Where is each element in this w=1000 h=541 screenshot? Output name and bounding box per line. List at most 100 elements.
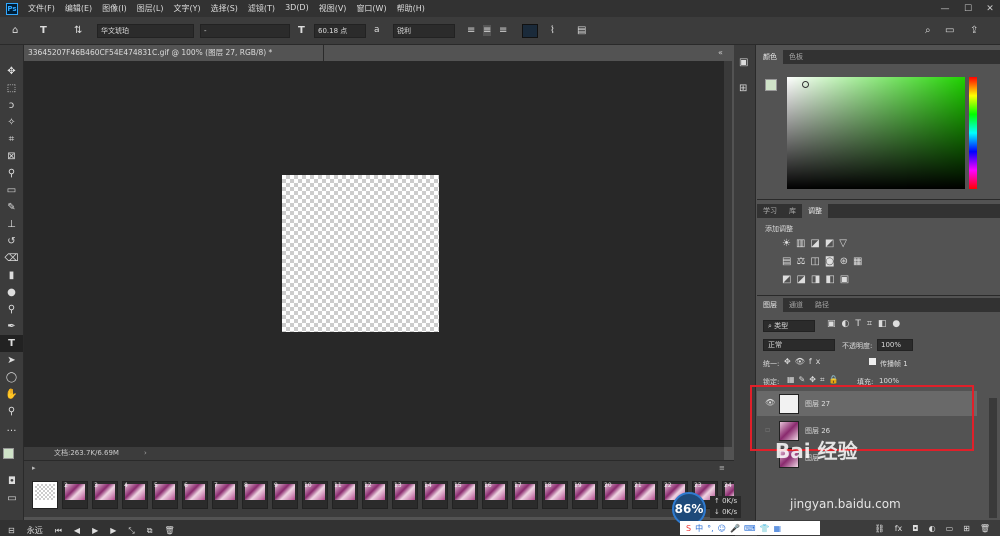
timeline-convert-icon[interactable]: ⊟ [8, 526, 15, 535]
propagate-checkbox[interactable] [869, 358, 876, 365]
text-color-swatch[interactable] [522, 24, 538, 38]
menu-item[interactable]: 文件(F) [28, 3, 55, 14]
tween-icon[interactable]: ⤡ [128, 526, 134, 536]
menu-item[interactable]: 图层(L) [137, 3, 164, 14]
microphone-icon[interactable]: 🎤 [730, 524, 740, 533]
timeline-frame[interactable]: 3 [92, 481, 118, 509]
path-selection-icon[interactable]: ➤ [0, 352, 23, 369]
tab-swatches[interactable]: 色板 [783, 50, 809, 64]
canvas-vertical-scrollbar[interactable] [724, 61, 732, 447]
layer-effects-icon[interactable]: fx [895, 524, 903, 533]
timeline-frame[interactable]: 12 [362, 481, 388, 509]
antialias-select[interactable]: 锐利 [393, 24, 455, 38]
tab-learn[interactable]: 学习 [757, 204, 783, 218]
timeline-frame[interactable]: 14 [422, 481, 448, 509]
tab-channels[interactable]: 通道 [783, 298, 809, 312]
blur-tool-icon[interactable]: ● [0, 284, 23, 301]
properties-panel-icon[interactable]: ⊞ [739, 83, 747, 94]
align-left-icon[interactable]: ≡ [467, 25, 475, 36]
lasso-tool-icon[interactable]: ↄ [0, 97, 23, 114]
pen-tool-icon[interactable]: ✒ [0, 318, 23, 335]
timeline-frame[interactable]: 11 [332, 481, 358, 509]
menu-item[interactable]: 图像(I) [102, 3, 127, 14]
quick-mask-icon[interactable]: ◘ [0, 473, 24, 490]
screen-mode-icon[interactable]: ▭ [0, 490, 24, 507]
tab-libraries[interactable]: 库 [783, 204, 802, 218]
blend-mode-select[interactable]: 正常 [763, 339, 835, 351]
timeline-frame[interactable]: 18 [542, 481, 568, 509]
canvas-area[interactable] [24, 61, 724, 447]
adjustment-icons-row-2[interactable]: ▤⚖◫◙⊛▦ [782, 256, 867, 267]
color-picker-cursor[interactable] [802, 81, 809, 88]
eraser-icon[interactable]: ⌫ [0, 250, 23, 267]
warp-text-icon[interactable]: ⌇ [550, 25, 555, 36]
color-picker-field[interactable] [787, 77, 965, 189]
timeline-frame[interactable]: 4 [122, 481, 148, 509]
align-right-icon[interactable]: ≡ [499, 25, 507, 36]
first-frame-icon[interactable]: ⏮ [55, 526, 62, 536]
type-tool-active-icon[interactable]: T [0, 335, 23, 352]
delete-frame-icon[interactable]: 🗑 [165, 526, 175, 535]
next-frame-icon[interactable]: ▶ [110, 526, 116, 535]
shape-tool-icon[interactable]: ◯ [0, 369, 23, 386]
zoom-tool-icon[interactable]: ⚲ [0, 403, 23, 420]
type-tool-icon[interactable]: T [40, 25, 47, 36]
frame-tool-icon[interactable]: ⊠ [0, 148, 23, 165]
hue-slider[interactable] [969, 77, 977, 189]
skin-icon[interactable]: 👕 [759, 524, 769, 533]
gradient-tool-icon[interactable]: ▮ [0, 267, 23, 284]
search-icon[interactable]: ⌕ [925, 25, 931, 36]
foreground-color-swatch[interactable] [3, 448, 14, 459]
history-brush-icon[interactable]: ↺ [0, 233, 23, 250]
menu-item[interactable]: 选择(S) [211, 3, 238, 14]
layers-scrollbar[interactable] [989, 398, 997, 518]
hand-tool-icon[interactable]: ✋ [0, 386, 23, 403]
keyboard-icon[interactable]: ⌨ [744, 524, 756, 533]
new-layer-icon[interactable]: ⊞ [963, 524, 970, 533]
tab-adjustments[interactable]: 调整 [802, 204, 828, 218]
font-style-select[interactable]: - [200, 24, 290, 38]
timeline-frame[interactable]: 8 [242, 481, 268, 509]
clone-stamp-icon[interactable]: ⊥ [0, 216, 23, 233]
workspace-icon[interactable]: ▭ [945, 25, 954, 36]
character-panel-icon[interactable]: ▤ [577, 25, 586, 36]
loop-select[interactable]: 永远 [27, 525, 43, 536]
timeline-frame[interactable]: 6 [182, 481, 208, 509]
magic-wand-icon[interactable]: ✧ [0, 114, 23, 131]
document-tab[interactable]: 33645207F46B460CF54E474831C.gif @ 100% (… [24, 45, 324, 61]
status-menu-arrow-icon[interactable]: › [144, 447, 147, 460]
layer-filter-icons[interactable]: ▣◐T⌗◧● [827, 319, 906, 329]
menu-item[interactable]: 3D(D) [285, 3, 309, 14]
layer-filter-select[interactable]: ⌕ 类型 [763, 320, 815, 332]
timeline-frame-1[interactable] [32, 481, 58, 509]
adjustment-icons-row-1[interactable]: ☀▥◪◩▽ [782, 238, 852, 249]
lock-icons[interactable]: ▦✎✥⌗🔒 [787, 375, 842, 385]
timeline-frame[interactable]: 5 [152, 481, 178, 509]
menu-item[interactable]: 窗口(W) [356, 3, 386, 14]
font-family-select[interactable]: 华文琥珀 [97, 24, 194, 38]
tab-color[interactable]: 颜色 [757, 50, 783, 64]
align-center-icon[interactable]: ≡ [483, 25, 492, 36]
timeline-frame[interactable]: 9 [272, 481, 298, 509]
timeline-frame[interactable]: 16 [482, 481, 508, 509]
emoji-icon[interactable]: ☺ [718, 524, 726, 533]
timeline-frame[interactable]: 20 [602, 481, 628, 509]
toolbox-icon[interactable]: ▦ [773, 524, 781, 533]
timeline-frame[interactable]: 7 [212, 481, 238, 509]
history-panel-icon[interactable]: ▣ [739, 57, 748, 68]
punctuation-icon[interactable]: °, [707, 524, 714, 533]
ime-mode[interactable]: 中 [695, 523, 703, 534]
transparent-canvas[interactable] [282, 175, 439, 332]
timeline-frame[interactable]: 13 [392, 481, 418, 509]
brush-tool-icon[interactable]: ✎ [0, 199, 23, 216]
timeline-frame[interactable]: 10 [302, 481, 328, 509]
link-layers-icon[interactable]: ⛓ [875, 524, 885, 533]
adjustment-icons-row-3[interactable]: ◩◪◨◧▣ [782, 274, 854, 285]
font-size-input[interactable]: 60.18 点 [314, 24, 366, 38]
home-icon[interactable]: ⌂ [12, 25, 18, 36]
healing-brush-icon[interactable]: ▭ [0, 182, 23, 199]
fill-value[interactable]: 100% [879, 377, 899, 385]
ime-toolbar[interactable]: S 中 °, ☺ 🎤 ⌨ 👕 ▦ [680, 521, 820, 535]
timeline-frame[interactable]: 19 [572, 481, 598, 509]
new-group-icon[interactable]: ▭ [946, 524, 954, 533]
